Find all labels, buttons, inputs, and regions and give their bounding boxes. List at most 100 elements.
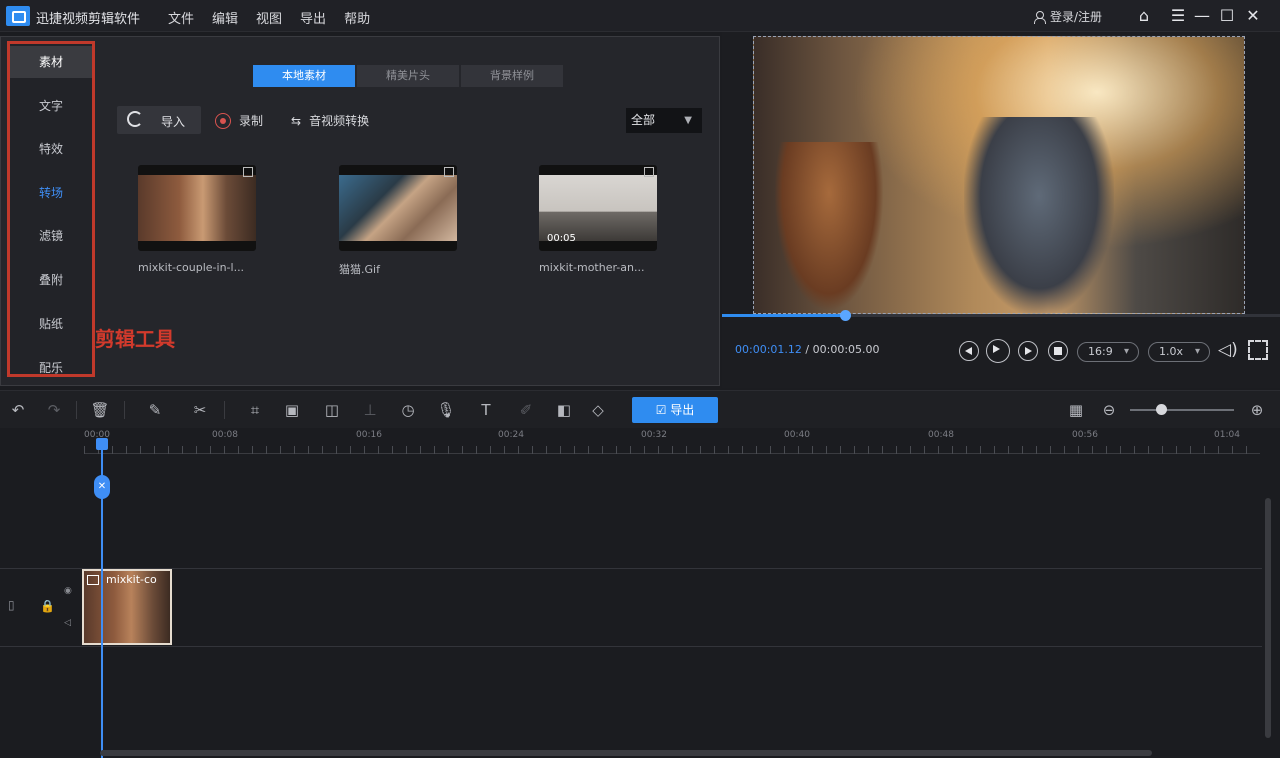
media-library-panel: 素材 文字 特效 转场 滤镜 叠附 贴纸 配乐 剪辑工具 本地素材 精美片头 背… [0,36,720,386]
brush-icon[interactable]: ✐ [516,400,536,420]
sidebar-item-text[interactable]: 文字 [10,90,92,122]
sidebar-item-media[interactable]: 素材 [10,46,92,78]
media-duration: 00:05 [547,233,576,244]
menu-edit[interactable]: 编辑 [212,8,238,27]
divider [76,401,77,419]
sidebar-item-stickers[interactable]: 贴纸 [10,308,92,340]
menu-help[interactable]: 帮助 [344,8,370,27]
close-icon[interactable]: ✕ [1243,6,1263,26]
select-checkbox[interactable] [243,167,253,177]
import-button[interactable]: 导入 [117,106,201,134]
thumbnail-image [138,175,256,241]
vertical-scrollbar[interactable] [1262,458,1272,748]
duration-icon[interactable]: ◷ [398,400,418,420]
time-ruler[interactable]: 00:00 00:08 00:16 00:24 00:32 00:40 00:4… [84,428,1260,454]
video-figure [964,117,1114,315]
record-button[interactable]: 录制 [215,112,263,129]
import-label: 导入 [161,115,186,129]
playhead-handle-icon[interactable]: ✕ [94,475,110,499]
tab-intros[interactable]: 精美片头 [357,65,459,87]
layers-icon[interactable]: ◧ [554,400,574,420]
export-label: 导出 [670,403,695,417]
previous-frame-icon[interactable] [959,341,979,361]
scissors-icon[interactable]: ✂ [190,400,210,420]
media-thumbnail [339,165,457,251]
keyframe-icon[interactable]: ◇ [588,400,608,420]
select-checkbox[interactable] [644,167,654,177]
speed-select[interactable]: 1.0x [1148,342,1210,362]
media-caption: mixkit-couple-in-l... [138,261,245,274]
media-item[interactable]: 猫猫.Gif [339,165,459,277]
zoom-knob[interactable] [1156,404,1168,415]
user-icon [1034,10,1046,24]
text-icon[interactable]: T [476,400,496,420]
clip-label: mixkit-co [106,573,157,586]
playhead-marker[interactable] [96,438,108,450]
horizontal-scrollbar[interactable] [100,750,1152,756]
lock-icon[interactable]: 🔒 [40,599,55,613]
sidebar-item-music[interactable]: 配乐 [10,352,92,384]
fullscreen-icon[interactable] [1248,340,1268,360]
zoom-slider[interactable] [1130,409,1234,411]
video-figure [774,142,884,312]
sidebar-item-effects[interactable]: 特效 [10,133,92,165]
sidebar-item-filters[interactable]: 滤镜 [10,220,92,252]
audio-detach-icon[interactable]: ⊥ [360,400,380,420]
ruler-label: 00:24 [498,430,524,440]
menu-export[interactable]: 导出 [300,8,326,27]
sidebar-item-transitions[interactable]: 转场 [10,177,92,209]
annotation-label: 剪辑工具 [95,327,175,351]
zoom-in-icon[interactable]: ⊕ [1247,400,1267,420]
divider [124,401,125,419]
crop-icon[interactable]: ⌗ [245,400,265,420]
delete-icon[interactable]: 🗑 [90,400,110,420]
video-preview[interactable] [753,36,1245,315]
redo-icon[interactable]: ↷ [44,400,64,420]
ruler-label: 00:48 [928,430,954,440]
volume-icon[interactable]: ◁) [1218,340,1238,360]
convert-label: 音视频转换 [309,114,370,128]
track-divider [0,646,1262,647]
current-time: 00:00:01.12 [735,343,802,356]
ruler-ticks [84,446,1260,454]
freeze-frame-icon[interactable]: ◫ [322,400,342,420]
visibility-icon[interactable]: ◉ [64,586,72,596]
select-checkbox[interactable] [444,167,454,177]
tab-local-media[interactable]: 本地素材 [253,65,355,87]
export-button[interactable]: ☑ 导出 [632,397,718,423]
microphone-icon[interactable]: 🎙 [436,400,456,420]
maximize-icon[interactable]: ☐ [1217,6,1237,26]
timeline-clip[interactable]: mixkit-co [82,569,172,645]
minimize-icon[interactable]: — [1192,6,1212,26]
zoom-out-icon[interactable]: ⊖ [1099,400,1119,420]
media-item[interactable]: 00:05 mixkit-mother-an... [539,165,659,274]
play-icon[interactable] [986,339,1010,363]
playback-progress[interactable] [722,310,1280,321]
aspect-ratio-select[interactable]: 16:9 [1077,342,1139,362]
tab-backgrounds[interactable]: 背景样例 [461,65,563,87]
fit-timeline-icon[interactable]: ▦ [1066,400,1086,420]
progress-knob[interactable] [839,310,851,321]
menu-file[interactable]: 文件 [168,8,194,27]
mosaic-icon[interactable]: ▣ [282,400,302,420]
mute-icon[interactable]: ◁ [64,618,71,628]
speed-value: 1.0x [1159,345,1184,358]
scroll-thumb[interactable] [1265,498,1271,738]
ruler-label: 00:32 [641,430,667,440]
hamburger-icon[interactable]: ☰ [1168,6,1188,26]
login-link[interactable]: 登录/注册 [1034,8,1102,25]
sidebar-item-overlay[interactable]: 叠附 [10,264,92,296]
chevron-down-icon: ▼ [684,115,692,126]
convert-button[interactable]: ⇆ 音视频转换 [291,112,369,129]
login-label: 登录/注册 [1050,10,1103,24]
home-icon[interactable]: ⌂ [1134,6,1154,26]
next-frame-icon[interactable] [1018,341,1038,361]
undo-icon[interactable]: ↶ [8,400,28,420]
media-filter-select[interactable]: 全部 ▼ [626,108,702,133]
media-item[interactable]: mixkit-couple-in-l... [138,165,258,274]
app-logo-icon [6,6,30,26]
stop-icon[interactable] [1048,341,1068,361]
menu-view[interactable]: 视图 [256,8,282,27]
divider [224,401,225,419]
edit-icon[interactable]: ✎ [145,400,165,420]
